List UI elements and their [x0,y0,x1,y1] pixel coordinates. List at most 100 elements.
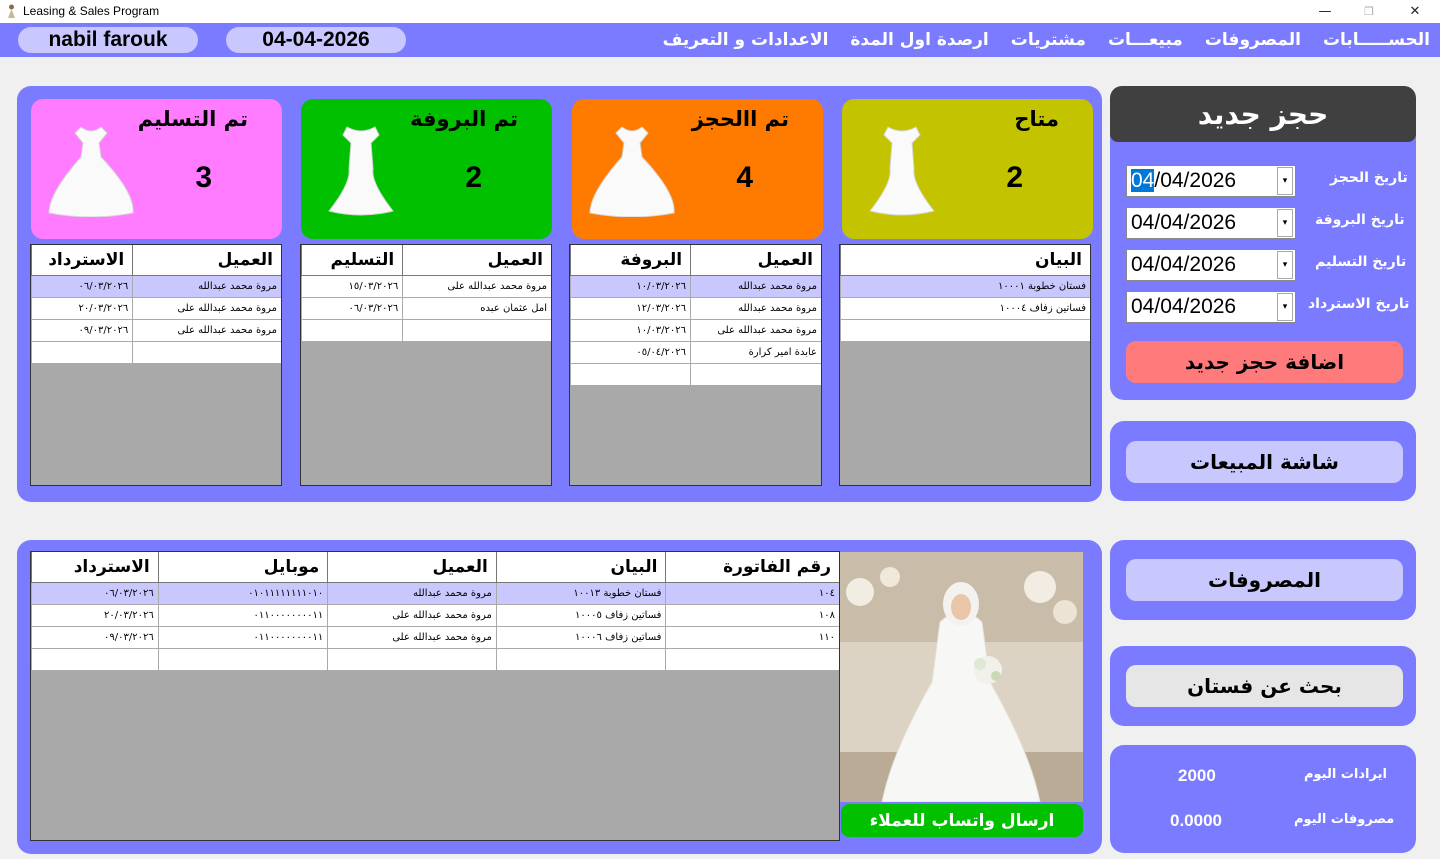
cell: ١٠/٠٣/٢٠٢٦ [570,276,690,297]
cell [690,364,821,385]
card-available[interactable]: متاح 2 [842,99,1093,239]
user-name: nabil farouk [18,27,198,53]
invoices-grid[interactable]: رقم الفاتورة البيان العميل موبايل الاستر… [30,551,840,841]
cell [570,364,690,385]
column-header[interactable]: العميل [132,245,281,275]
column-header[interactable]: البيان [495,552,666,582]
send-whatsapp-button[interactable]: ارسال واتساب للعملاء [841,804,1083,837]
mermaid-dress-icon [869,126,935,216]
delivery-date-label: تاريخ التسليم [1315,254,1407,270]
column-header[interactable]: البيان [840,245,1090,275]
cell: ٠٥/٠٤/٢٠٢٦ [570,342,690,363]
return-date-label: تاريخ الاسترداد [1308,296,1410,312]
column-header[interactable]: رقم الفاتورة [665,552,839,582]
card-booked[interactable]: تم االحجز 4 [572,99,823,239]
card-delivered-count: 3 [195,161,212,194]
table-row[interactable]: مروة محمد عبدالله على ٠٩/٠٣/٢٠٢٦ [31,320,281,342]
table-row[interactable] [570,364,821,386]
menu-purchases[interactable]: مشتريات [1011,30,1086,50]
cell: مروة محمد عبدالله [690,298,821,319]
delivery-date-picker[interactable]: 04/04/2026 ▾ [1126,249,1296,281]
cell [327,649,496,670]
sales-panel: شاشة المبيعات [1110,421,1416,501]
card-delivered[interactable]: تم التسليم 3 [31,99,282,239]
table-row[interactable]: مروة محمد عبدالله ١٢/٠٣/٢٠٢٦ [570,298,821,320]
fitting-grid[interactable]: العميل التسليم مروة محمد عبدالله على ١٥/… [300,244,552,486]
maximize-button[interactable]: ❐ [1346,0,1392,23]
cell: ٠٩/٠٣/٢٠٢٦ [31,320,132,341]
search-dress-button[interactable]: بحث عن فستان [1126,665,1403,707]
table-row[interactable] [301,320,551,342]
cell [402,320,551,341]
column-header[interactable]: التسليم [301,245,402,275]
column-header[interactable]: البروفة [570,245,690,275]
new-booking-title: حجز جديد [1110,86,1416,142]
cell: ٢٠/٠٣/٢٠٢٦ [31,605,158,626]
cell: ١١٠ [665,627,839,648]
table-row[interactable] [840,320,1090,342]
status-panel: تم التسليم 3 تم البروفة 2 تم االحجز 4 مت… [17,86,1102,502]
cell: ٠٦/٠٣/٢٠٢٦ [31,276,132,297]
expenses-button[interactable]: المصروفات [1126,559,1403,601]
table-row[interactable]: مروة محمد عبدالله على ٢٠/٠٣/٢٠٢٦ [31,298,281,320]
close-button[interactable]: ✕ [1392,0,1438,23]
delivered-grid[interactable]: العميل الاسترداد مروة محمد عبدالله ٠٦/٠٣… [30,244,282,486]
column-header[interactable]: العميل [327,552,496,582]
cell: فساتين زفاف ١٠٠٠٤ [840,298,1090,319]
cell: ١٠/٠٣/٢٠٢٦ [570,320,690,341]
cell [157,649,328,670]
app-window: Leasing & Sales Program — ❐ ✕ nabil faro… [0,0,1440,859]
menu-opening-balances[interactable]: ارصدة اول المدة [850,30,988,50]
menu-accounts[interactable]: الحســـــابات [1323,30,1430,50]
cell: ٠٦/٠٣/٢٠٢٦ [301,298,402,319]
table-row[interactable] [31,649,839,671]
app-icon [8,4,15,18]
add-booking-button[interactable]: اضافة حجز جديد [1126,341,1403,383]
daily-stats-panel: 2000 ايرادات اليوم 0.0000 مصروفات اليوم [1110,745,1416,853]
table-row[interactable]: امل عثمان عبده ٠٦/٠٣/٢٠٢٦ [301,298,551,320]
table-row[interactable]: مروة محمد عبدالله على ١٥/٠٣/٢٠٢٦ [301,276,551,298]
chevron-down-icon[interactable]: ▾ [1277,209,1293,237]
search-panel: بحث عن فستان [1110,646,1416,726]
table-row[interactable]: مروة محمد عبدالله ١٠/٠٣/٢٠٢٦ [570,276,821,298]
table-row[interactable]: مروة محمد عبدالله على ١٠/٠٣/٢٠٢٦ [570,320,821,342]
table-row[interactable] [31,342,281,364]
chevron-down-icon[interactable]: ▾ [1277,167,1293,195]
today-revenue-label: ايرادات اليوم [1304,767,1387,782]
cell: فستان خطوبة ١٠٠١٣ [495,583,666,604]
menu-expenses[interactable]: المصروفات [1205,30,1301,50]
table-row[interactable]: ١٠٤ فستان خطوبة ١٠٠١٣ مروة محمد عبدالله … [31,583,839,605]
card-booked-title: تم االحجز [691,107,789,131]
column-header[interactable]: الاسترداد [31,245,132,275]
chevron-down-icon[interactable]: ▾ [1277,293,1293,321]
table-row[interactable]: عابدة امير كرارة ٠٥/٠٤/٢٠٢٦ [570,342,821,364]
table-row[interactable]: مروة محمد عبدالله ٠٦/٠٣/٢٠٢٦ [31,276,281,298]
table-row[interactable]: ١١٠ فساتين زفاف ١٠٠٠٦ مروة محمد عبدالله … [31,627,839,649]
minimize-button[interactable]: — [1302,0,1348,23]
column-header[interactable]: العميل [690,245,821,275]
available-grid[interactable]: البيان فستان خطوبة ١٠٠٠١ فساتين زفاف ١٠٠… [839,244,1091,486]
cell [665,649,839,670]
current-date: 04-04-2026 [226,27,406,53]
booking-date-value: 04/04/2026 [1127,169,1277,193]
cell: مروة محمد عبدالله على [402,276,551,297]
table-row[interactable]: فساتين زفاف ١٠٠٠٤ [840,298,1090,320]
card-fitting[interactable]: تم البروفة 2 [301,99,552,239]
fitting-date-picker[interactable]: 04/04/2026 ▾ [1126,207,1296,239]
menu-sales[interactable]: مبيعـــات [1108,30,1183,50]
booking-date-label: تاريخ الحجز [1330,170,1408,186]
ball-gown-icon [48,126,134,217]
column-header[interactable]: موبايل [157,552,328,582]
return-date-picker[interactable]: 04/04/2026 ▾ [1126,291,1296,323]
cell: ٠٩/٠٣/٢٠٢٦ [31,627,158,648]
chevron-down-icon[interactable]: ▾ [1277,251,1293,279]
booking-date-picker[interactable]: 04/04/2026 ▾ [1126,165,1296,197]
menu-settings[interactable]: الاعدادات و التعريف [663,30,829,50]
table-row[interactable]: ١٠٨ فساتين زفاف ١٠٠٠٥ مروة محمد عبدالله … [31,605,839,627]
booked-grid[interactable]: العميل البروفة مروة محمد عبدالله ١٠/٠٣/٢… [569,244,822,486]
table-row[interactable]: فستان خطوبة ١٠٠٠١ [840,276,1090,298]
sales-screen-button[interactable]: شاشة المبيعات [1126,441,1403,483]
grid-header: العميل التسليم [301,245,551,276]
column-header[interactable]: العميل [402,245,551,275]
column-header[interactable]: الاسترداد [31,552,158,582]
